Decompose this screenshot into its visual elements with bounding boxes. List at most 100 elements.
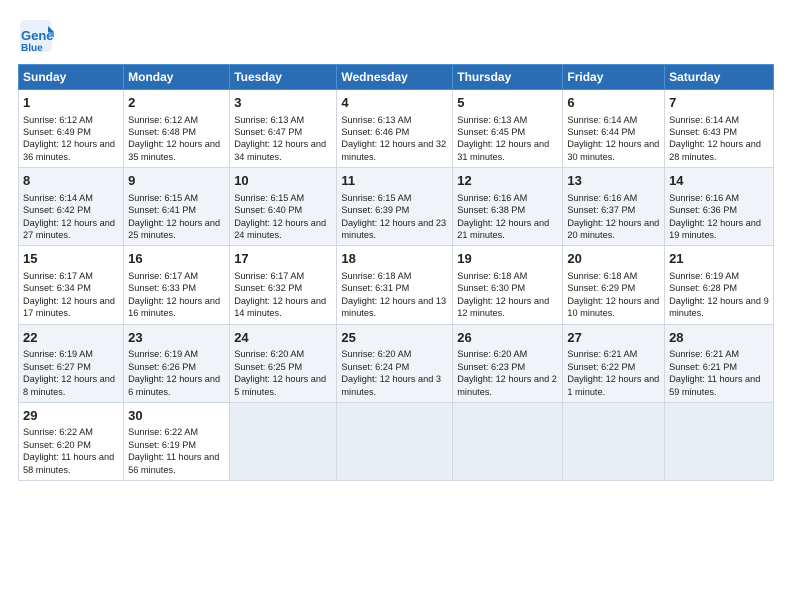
day-number: 17 xyxy=(234,250,332,268)
sunset-text: Sunset: 6:44 PM xyxy=(567,127,635,137)
calendar-row: 15 Sunrise: 6:17 AM Sunset: 6:34 PM Dayl… xyxy=(19,246,774,324)
daylight-text: Daylight: 12 hours and 28 minutes. xyxy=(669,139,761,161)
calendar-cell: 8 Sunrise: 6:14 AM Sunset: 6:42 PM Dayli… xyxy=(19,168,124,246)
calendar-cell: 13 Sunrise: 6:16 AM Sunset: 6:37 PM Dayl… xyxy=(563,168,665,246)
sunrise-text: Sunrise: 6:14 AM xyxy=(567,115,637,125)
sunrise-text: Sunrise: 6:16 AM xyxy=(457,193,527,203)
sunrise-text: Sunrise: 6:17 AM xyxy=(128,271,198,281)
calendar-cell: 26 Sunrise: 6:20 AM Sunset: 6:23 PM Dayl… xyxy=(453,324,563,402)
sunset-text: Sunset: 6:46 PM xyxy=(341,127,409,137)
header: General Blue xyxy=(18,18,774,54)
day-number: 3 xyxy=(234,94,332,112)
sunset-text: Sunset: 6:40 PM xyxy=(234,205,302,215)
calendar-cell: 24 Sunrise: 6:20 AM Sunset: 6:25 PM Dayl… xyxy=(230,324,337,402)
day-number: 9 xyxy=(128,172,225,190)
sunset-text: Sunset: 6:25 PM xyxy=(234,362,302,372)
daylight-text: Daylight: 12 hours and 23 minutes. xyxy=(341,218,446,240)
page: General Blue Sunday Monday Tuesday Wedne… xyxy=(0,0,792,612)
day-number: 25 xyxy=(341,329,448,347)
calendar-cell: 14 Sunrise: 6:16 AM Sunset: 6:36 PM Dayl… xyxy=(665,168,774,246)
calendar-row: 29 Sunrise: 6:22 AM Sunset: 6:20 PM Dayl… xyxy=(19,402,774,480)
sunrise-text: Sunrise: 6:16 AM xyxy=(567,193,637,203)
sunset-text: Sunset: 6:32 PM xyxy=(234,283,302,293)
calendar-row: 1 Sunrise: 6:12 AM Sunset: 6:49 PM Dayli… xyxy=(19,90,774,168)
day-number: 7 xyxy=(669,94,769,112)
calendar-row: 22 Sunrise: 6:19 AM Sunset: 6:27 PM Dayl… xyxy=(19,324,774,402)
sunrise-text: Sunrise: 6:13 AM xyxy=(341,115,411,125)
calendar-cell: 27 Sunrise: 6:21 AM Sunset: 6:22 PM Dayl… xyxy=(563,324,665,402)
sunrise-text: Sunrise: 6:20 AM xyxy=(341,349,411,359)
calendar-body: 1 Sunrise: 6:12 AM Sunset: 6:49 PM Dayli… xyxy=(19,90,774,481)
day-number: 11 xyxy=(341,172,448,190)
daylight-text: Daylight: 12 hours and 8 minutes. xyxy=(23,374,115,396)
calendar-cell: 22 Sunrise: 6:19 AM Sunset: 6:27 PM Dayl… xyxy=(19,324,124,402)
sunset-text: Sunset: 6:22 PM xyxy=(567,362,635,372)
sunset-text: Sunset: 6:20 PM xyxy=(23,440,91,450)
sunset-text: Sunset: 6:31 PM xyxy=(341,283,409,293)
daylight-text: Daylight: 12 hours and 5 minutes. xyxy=(234,374,326,396)
sunset-text: Sunset: 6:21 PM xyxy=(669,362,737,372)
sunrise-text: Sunrise: 6:18 AM xyxy=(341,271,411,281)
calendar-cell: 2 Sunrise: 6:12 AM Sunset: 6:48 PM Dayli… xyxy=(124,90,230,168)
day-number: 2 xyxy=(128,94,225,112)
day-number: 22 xyxy=(23,329,119,347)
sunset-text: Sunset: 6:24 PM xyxy=(341,362,409,372)
daylight-text: Daylight: 12 hours and 31 minutes. xyxy=(457,139,549,161)
sunrise-text: Sunrise: 6:19 AM xyxy=(23,349,93,359)
sunrise-text: Sunrise: 6:17 AM xyxy=(234,271,304,281)
sunset-text: Sunset: 6:42 PM xyxy=(23,205,91,215)
calendar-cell: 23 Sunrise: 6:19 AM Sunset: 6:26 PM Dayl… xyxy=(124,324,230,402)
calendar-cell: 4 Sunrise: 6:13 AM Sunset: 6:46 PM Dayli… xyxy=(337,90,453,168)
sunrise-text: Sunrise: 6:18 AM xyxy=(457,271,527,281)
sunset-text: Sunset: 6:38 PM xyxy=(457,205,525,215)
calendar-cell: 28 Sunrise: 6:21 AM Sunset: 6:21 PM Dayl… xyxy=(665,324,774,402)
daylight-text: Daylight: 12 hours and 14 minutes. xyxy=(234,296,326,318)
day-number: 14 xyxy=(669,172,769,190)
daylight-text: Daylight: 12 hours and 16 minutes. xyxy=(128,296,220,318)
sunset-text: Sunset: 6:33 PM xyxy=(128,283,196,293)
calendar-cell xyxy=(563,402,665,480)
calendar-cell: 12 Sunrise: 6:16 AM Sunset: 6:38 PM Dayl… xyxy=(453,168,563,246)
sunset-text: Sunset: 6:26 PM xyxy=(128,362,196,372)
day-number: 10 xyxy=(234,172,332,190)
calendar-cell: 1 Sunrise: 6:12 AM Sunset: 6:49 PM Dayli… xyxy=(19,90,124,168)
sunset-text: Sunset: 6:45 PM xyxy=(457,127,525,137)
daylight-text: Daylight: 12 hours and 19 minutes. xyxy=(669,218,761,240)
sunset-text: Sunset: 6:48 PM xyxy=(128,127,196,137)
day-number: 30 xyxy=(128,407,225,425)
sunset-text: Sunset: 6:47 PM xyxy=(234,127,302,137)
sunrise-text: Sunrise: 6:13 AM xyxy=(234,115,304,125)
calendar-cell: 5 Sunrise: 6:13 AM Sunset: 6:45 PM Dayli… xyxy=(453,90,563,168)
col-monday: Monday xyxy=(124,65,230,90)
daylight-text: Daylight: 12 hours and 20 minutes. xyxy=(567,218,659,240)
daylight-text: Daylight: 12 hours and 25 minutes. xyxy=(128,218,220,240)
calendar-cell: 7 Sunrise: 6:14 AM Sunset: 6:43 PM Dayli… xyxy=(665,90,774,168)
daylight-text: Daylight: 12 hours and 34 minutes. xyxy=(234,139,326,161)
day-number: 16 xyxy=(128,250,225,268)
sunrise-text: Sunrise: 6:17 AM xyxy=(23,271,93,281)
col-saturday: Saturday xyxy=(665,65,774,90)
calendar-cell xyxy=(337,402,453,480)
day-number: 27 xyxy=(567,329,660,347)
sunset-text: Sunset: 6:49 PM xyxy=(23,127,91,137)
col-wednesday: Wednesday xyxy=(337,65,453,90)
calendar-cell: 18 Sunrise: 6:18 AM Sunset: 6:31 PM Dayl… xyxy=(337,246,453,324)
day-number: 26 xyxy=(457,329,558,347)
col-tuesday: Tuesday xyxy=(230,65,337,90)
daylight-text: Daylight: 12 hours and 12 minutes. xyxy=(457,296,549,318)
day-number: 6 xyxy=(567,94,660,112)
day-number: 24 xyxy=(234,329,332,347)
sunset-text: Sunset: 6:43 PM xyxy=(669,127,737,137)
col-sunday: Sunday xyxy=(19,65,124,90)
daylight-text: Daylight: 12 hours and 30 minutes. xyxy=(567,139,659,161)
sunset-text: Sunset: 6:39 PM xyxy=(341,205,409,215)
sunset-text: Sunset: 6:29 PM xyxy=(567,283,635,293)
calendar-cell: 16 Sunrise: 6:17 AM Sunset: 6:33 PM Dayl… xyxy=(124,246,230,324)
sunrise-text: Sunrise: 6:21 AM xyxy=(669,349,739,359)
day-number: 4 xyxy=(341,94,448,112)
daylight-text: Daylight: 12 hours and 27 minutes. xyxy=(23,218,115,240)
calendar-cell: 19 Sunrise: 6:18 AM Sunset: 6:30 PM Dayl… xyxy=(453,246,563,324)
calendar-cell: 3 Sunrise: 6:13 AM Sunset: 6:47 PM Dayli… xyxy=(230,90,337,168)
daylight-text: Daylight: 12 hours and 24 minutes. xyxy=(234,218,326,240)
sunset-text: Sunset: 6:19 PM xyxy=(128,440,196,450)
